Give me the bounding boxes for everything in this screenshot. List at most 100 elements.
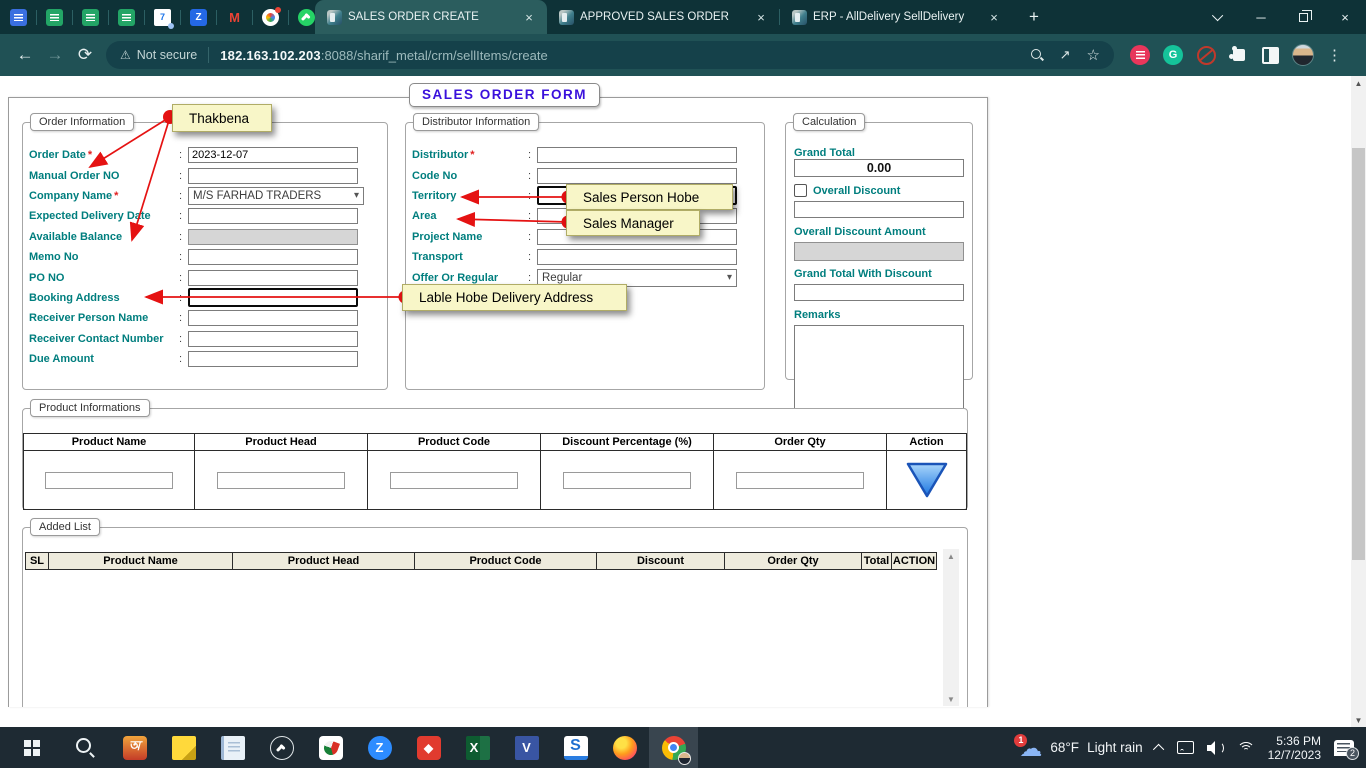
excel-glyph: X — [465, 735, 490, 760]
receiver-person-name-input[interactable] — [188, 310, 358, 327]
avro-glyph: অ — [122, 735, 147, 760]
scroll-up-icon[interactable]: ▲ — [943, 549, 959, 563]
order-information-legend: Order Information — [30, 113, 135, 131]
zoom-icon[interactable] — [1030, 48, 1044, 62]
taskbar-sticky-notes-icon[interactable] — [159, 727, 208, 768]
tab-search-chevron-icon[interactable] — [1198, 0, 1240, 34]
whatsapp-icon[interactable] — [298, 8, 315, 26]
google-sheets-icon[interactable] — [82, 8, 99, 26]
overall-discount-input[interactable] — [794, 201, 964, 218]
order-qty-entry-input[interactable] — [736, 471, 864, 489]
taskbar-start-icon[interactable] — [12, 727, 61, 768]
overall-discount-checkbox[interactable] — [794, 184, 807, 197]
color-app-icon[interactable] — [262, 6, 281, 26]
taskbar-excel-icon[interactable]: X — [453, 727, 502, 768]
product-name-entry-input[interactable] — [45, 471, 173, 489]
manual-order-no-input[interactable] — [188, 167, 358, 184]
tray-expand-icon[interactable] — [1152, 743, 1164, 755]
forward-icon[interactable]: → — [40, 40, 70, 70]
minimize-button[interactable]: ─ — [1240, 0, 1282, 34]
notification-center-icon[interactable]: 2 — [1334, 739, 1359, 760]
cast-icon[interactable] — [1176, 741, 1194, 754]
cell-product-head — [195, 451, 368, 510]
gmail-icon[interactable]: M — [226, 9, 243, 26]
product-head-entry-input[interactable] — [217, 471, 345, 489]
clock[interactable]: 5:36 PM 12/7/2023 — [1268, 734, 1321, 762]
google-docs-icon[interactable] — [10, 8, 27, 26]
overall-discount-amount-input — [794, 242, 964, 261]
product-code-entry-input[interactable] — [390, 471, 518, 489]
memo-no-input[interactable] — [188, 249, 358, 266]
taskbar-red-app-icon[interactable]: ◆ — [404, 727, 453, 768]
taskbar-avro-icon[interactable]: অ — [110, 727, 159, 768]
back-icon[interactable]: ← — [10, 40, 40, 70]
taskbar-s-app-icon[interactable]: S — [551, 727, 600, 768]
company-name-select[interactable]: M/S FARHAD TRADERS ▾ — [188, 186, 364, 205]
share-icon[interactable]: ↗ — [1060, 47, 1071, 63]
reload-icon[interactable]: ⟳ — [70, 40, 100, 70]
close-button[interactable]: × — [1324, 0, 1366, 34]
available-balance-label: Available Balance — [29, 230, 123, 243]
new-tab-button[interactable]: + — [1020, 3, 1048, 31]
z-app-icon[interactable]: Z — [190, 8, 207, 26]
add-product-triangle-icon[interactable] — [905, 461, 949, 499]
booking-address-input[interactable] — [188, 288, 358, 308]
annotation-note-lable-hobe: Lable Hobe Delivery Address — [402, 284, 627, 311]
remarks-textarea[interactable] — [794, 325, 964, 413]
taskbar-whatsapp-icon[interactable] — [257, 727, 306, 768]
reader-extension-icon[interactable] — [1262, 46, 1279, 64]
tab-approved-sales-order[interactable]: APPROVED SALES ORDER × — [547, 0, 779, 34]
page-scrollbar[interactable]: ▲ ▼ — [1351, 76, 1366, 727]
label-colon: : — [528, 149, 532, 162]
po-no-input[interactable] — [188, 269, 358, 286]
product-informations-legend: Product Informations — [30, 399, 150, 417]
receiver-contact-number-input[interactable] — [188, 330, 358, 347]
google-sheets-icon[interactable] — [46, 8, 63, 26]
tab-erp-alldelivery[interactable]: ERP - AllDelivery SellDelivery × — [780, 0, 1012, 34]
taskbar-chrome-icon[interactable] — [649, 727, 698, 768]
adblock-icon[interactable] — [1196, 45, 1216, 65]
taskbar-search-icon[interactable] — [61, 727, 110, 768]
wifi-icon[interactable] — [1236, 741, 1255, 754]
scrollbar-thumb[interactable] — [1352, 148, 1365, 560]
speaker-icon[interactable] — [1206, 740, 1224, 755]
taskbar-visio-icon[interactable]: V — [502, 727, 551, 768]
red-lines-extension-icon[interactable] — [1130, 45, 1150, 65]
scroll-down-icon[interactable]: ▼ — [1351, 713, 1366, 727]
taskbar-photo-app-icon[interactable] — [306, 727, 355, 768]
scroll-down-icon[interactable]: ▼ — [943, 692, 959, 706]
added-list-scrollbar[interactable]: ▲ ▼ — [943, 549, 959, 706]
due-amount-input[interactable] — [188, 351, 358, 368]
restore-button[interactable] — [1282, 0, 1324, 34]
code-no-input[interactable] — [537, 167, 737, 184]
weather-widget[interactable]: ☁ 1 68°F Light rain — [1014, 733, 1143, 759]
tab-sales-order-create[interactable]: SALES ORDER CREATE × — [315, 0, 547, 34]
area-label: Area — [412, 210, 437, 223]
grand-total-input[interactable] — [794, 159, 964, 177]
order-date-input[interactable] — [188, 147, 358, 164]
scroll-up-icon[interactable]: ▲ — [1351, 76, 1366, 90]
taskbar-zoom-app-icon[interactable]: Z — [355, 727, 404, 768]
google-calendar-icon[interactable]: 7 — [154, 8, 174, 29]
tab-close-icon[interactable]: × — [521, 9, 537, 25]
label-colon: : — [179, 291, 183, 304]
company-name-selected-value: M/S FARHAD TRADERS — [193, 189, 322, 202]
transport-input[interactable] — [537, 249, 737, 266]
tab-close-icon[interactable]: × — [986, 9, 1002, 25]
field-row-receiver-person-name: Receiver Person Name: — [29, 308, 387, 328]
discount-percentage-entry-input[interactable] — [563, 471, 691, 489]
expected-delivery-date-input[interactable] — [188, 208, 358, 225]
address-bar[interactable]: ⚠ Not secure 182.163.102.203 :8088/shari… — [106, 41, 1114, 69]
taskbar-firefox-icon[interactable] — [600, 727, 649, 768]
google-sheets-icon[interactable] — [118, 8, 135, 26]
profile-avatar[interactable] — [1292, 44, 1314, 66]
taskbar-notepad-icon[interactable] — [208, 727, 257, 768]
grammarly-icon[interactable]: G — [1163, 45, 1183, 65]
bookmark-star-icon[interactable]: ☆ — [1087, 46, 1100, 64]
tab-close-icon[interactable]: × — [753, 9, 769, 25]
distributor-input[interactable] — [537, 147, 737, 164]
label-colon: : — [528, 251, 532, 264]
extensions-puzzle-icon[interactable] — [1229, 45, 1249, 65]
browser-menu-icon[interactable]: ⋮ — [1327, 46, 1342, 64]
grand-total-with-discount-input[interactable] — [794, 284, 964, 301]
